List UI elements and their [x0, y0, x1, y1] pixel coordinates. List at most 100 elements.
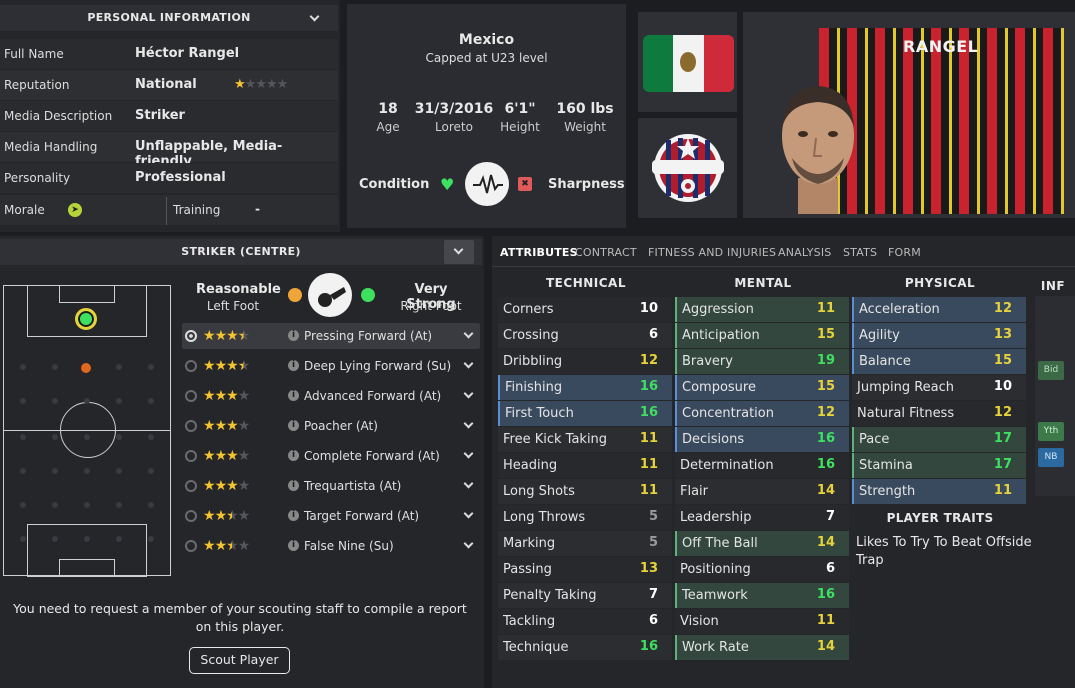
chevron-down-icon[interactable]	[463, 328, 474, 339]
info-icon[interactable]: i	[288, 390, 299, 401]
role-row[interactable]: ★★★★ i Pressing Forward (At)	[182, 323, 480, 349]
info-icon[interactable]: i	[288, 540, 299, 551]
attribute-name: Leadership	[680, 510, 752, 525]
attribute-row[interactable]: Positioning 6	[675, 557, 849, 582]
attribute-row[interactable]: First Touch 16	[498, 401, 672, 426]
role-row[interactable]: ★★★★ i Trequartista (At)	[182, 473, 480, 499]
attribute-row[interactable]: Passing 13	[498, 557, 672, 582]
scout-player-button[interactable]: Scout Player	[189, 647, 290, 674]
attribute-row[interactable]: Flair 14	[675, 479, 849, 504]
club-crest-icon	[652, 124, 724, 212]
attribute-row[interactable]: Leadership 7	[675, 505, 849, 530]
info-icon[interactable]: i	[288, 450, 299, 461]
attribute-value: 10	[993, 379, 1012, 394]
role-row[interactable]: ★★★★ i Complete Forward (At)	[182, 443, 480, 469]
role-row[interactable]: ★★★★ i False Nine (Su)	[182, 533, 480, 559]
attribute-value: 6	[648, 327, 658, 342]
tabs-divider	[492, 266, 1075, 267]
attribute-name: Determination	[680, 458, 774, 473]
attribute-row[interactable]: Corners 10	[498, 297, 672, 322]
attribute-row[interactable]: Finishing 16	[498, 375, 672, 400]
role-row[interactable]: ★★★★ i Advanced Forward (At)	[182, 383, 480, 409]
attribute-name: Finishing	[505, 380, 563, 395]
role-radio[interactable]	[185, 390, 197, 402]
attribute-row[interactable]: Acceleration 12	[852, 297, 1026, 322]
tab-analysis[interactable]: ANALYSIS	[778, 246, 831, 259]
attribute-row[interactable]: Agility 13	[852, 323, 1026, 348]
role-radio[interactable]	[185, 540, 197, 552]
tab-fitness-and-injuries[interactable]: FITNESS AND INJURIES	[648, 246, 776, 259]
attribute-value: 11	[639, 457, 658, 472]
chevron-down-icon[interactable]	[463, 508, 474, 519]
attribute-row[interactable]: Heading 11	[498, 453, 672, 478]
attribute-row[interactable]: Marking 5	[498, 531, 672, 556]
attribute-row[interactable]: Dribbling 12	[498, 349, 672, 374]
position-header[interactable]: STRIKER (CENTRE)	[0, 239, 482, 265]
attribute-row[interactable]: Aggression 11	[675, 297, 849, 322]
attribute-row[interactable]: Crossing 6	[498, 323, 672, 348]
chevron-down-icon[interactable]	[463, 418, 474, 429]
attribute-row[interactable]: Off The Ball 14	[675, 531, 849, 556]
attribute-row[interactable]: Strength 11	[852, 479, 1026, 504]
attribute-row[interactable]: Long Shots 11	[498, 479, 672, 504]
attribute-row[interactable]: Natural Fitness 12	[852, 401, 1026, 426]
left-foot-label: Left Foot	[206, 299, 260, 313]
chevron-down-icon[interactable]	[463, 538, 474, 549]
attribute-name: Technique	[503, 640, 569, 655]
info-icon[interactable]: i	[288, 480, 299, 491]
morale-label: Morale	[4, 203, 45, 217]
chevron-down-icon[interactable]	[309, 11, 320, 22]
right-foot-dot	[361, 288, 375, 302]
role-row[interactable]: ★★★★ i Poacher (At)	[182, 413, 480, 439]
role-radio[interactable]	[185, 480, 197, 492]
info-icon[interactable]: i	[288, 330, 299, 341]
chevron-down-icon[interactable]	[463, 448, 474, 459]
role-row[interactable]: ★★★★ i Deep Lying Forward (Su)	[182, 353, 480, 379]
role-row[interactable]: ★★★★ i Target Forward (At)	[182, 503, 480, 529]
tab-contract[interactable]: CONTRACT	[575, 246, 637, 259]
attribute-row[interactable]: Balance 15	[852, 349, 1026, 374]
attribute-row[interactable]: Composure 15	[675, 375, 849, 400]
role-radio[interactable]	[185, 420, 197, 432]
reputation-stars: ★★★★★	[234, 77, 288, 92]
attribute-row[interactable]: Free Kick Taking 11	[498, 427, 672, 452]
tab-stats[interactable]: STATS	[843, 246, 877, 259]
attribute-row[interactable]: Concentration 12	[675, 401, 849, 426]
attribute-row[interactable]: Teamwork 16	[675, 583, 849, 608]
info-icon[interactable]: i	[288, 360, 299, 371]
attribute-row[interactable]: Determination 16	[675, 453, 849, 478]
pulse-icon[interactable]	[465, 162, 509, 206]
role-stars: ★★★★	[203, 448, 250, 464]
attribute-row[interactable]: Jumping Reach 10	[852, 375, 1026, 400]
position-dropdown-button[interactable]	[444, 240, 474, 264]
attribute-row[interactable]: Long Throws 5	[498, 505, 672, 530]
attribute-row[interactable]: Decisions 16	[675, 427, 849, 452]
chevron-down-icon[interactable]	[463, 358, 474, 369]
personal-info-header[interactable]: PERSONAL INFORMATION	[0, 5, 338, 31]
role-radio[interactable]	[185, 450, 197, 462]
tab-form[interactable]: FORM	[888, 246, 921, 259]
info-icon[interactable]: i	[288, 420, 299, 431]
info-icon[interactable]: i	[288, 510, 299, 521]
attribute-row[interactable]: Work Rate 14	[675, 635, 849, 660]
attribute-value: 17	[993, 431, 1012, 446]
role-radio[interactable]	[185, 330, 197, 342]
tab-attributes[interactable]: ATTRIBUTES	[500, 246, 578, 259]
role-stars: ★★★★	[203, 328, 250, 344]
role-radio[interactable]	[185, 360, 197, 372]
attribute-row[interactable]: Pace 17	[852, 427, 1026, 452]
bio-stat-label: Weight	[564, 120, 606, 134]
attribute-value: 16	[639, 405, 658, 420]
attribute-row[interactable]: Anticipation 15	[675, 323, 849, 348]
attribute-row[interactable]: Technique 16	[498, 635, 672, 660]
role-radio[interactable]	[185, 510, 197, 522]
attribute-row[interactable]: Penalty Taking 7	[498, 583, 672, 608]
chevron-down-icon[interactable]	[463, 478, 474, 489]
pitch-diagram	[3, 285, 171, 577]
attribute-value: 10	[639, 301, 658, 316]
attribute-row[interactable]: Vision 11	[675, 609, 849, 634]
attribute-row[interactable]: Bravery 19	[675, 349, 849, 374]
attribute-row[interactable]: Tackling 6	[498, 609, 672, 634]
attribute-row[interactable]: Stamina 17	[852, 453, 1026, 478]
chevron-down-icon[interactable]	[463, 388, 474, 399]
